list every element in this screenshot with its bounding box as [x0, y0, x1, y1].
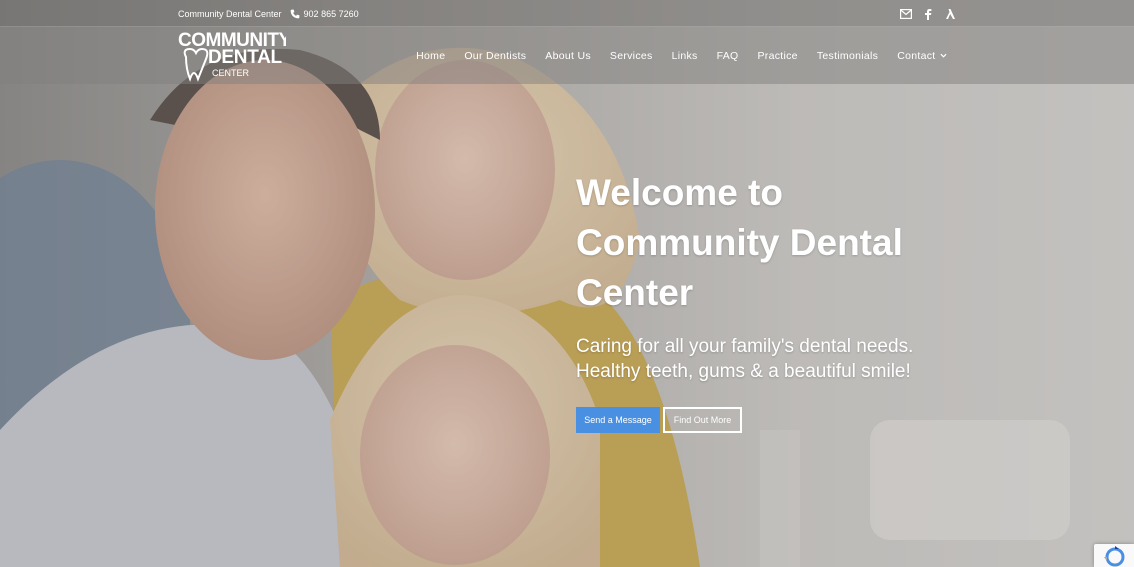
nav-item-testimonials[interactable]: Testimonials — [807, 50, 887, 62]
nav-item-label: FAQ — [716, 49, 739, 62]
hero-subtitle: Caring for all your family's dental need… — [576, 334, 976, 384]
nav-item-links[interactable]: Links — [662, 50, 707, 62]
facebook-icon[interactable] — [922, 8, 934, 20]
nav-item-faq[interactable]: FAQ — [707, 50, 748, 62]
social-links — [900, 8, 956, 20]
hero-buttons: Send a Message Find Out More — [576, 407, 976, 433]
envelope-icon[interactable] — [900, 8, 912, 20]
svg-text:CENTER: CENTER — [212, 68, 250, 78]
phone-icon — [290, 9, 300, 19]
nav-item-label: Our Dentists — [464, 49, 527, 62]
phone-number[interactable]: 902 865 7260 — [304, 9, 359, 19]
nav-item-label: Services — [609, 49, 653, 62]
yelp-icon[interactable] — [944, 8, 956, 20]
hero-title-line: Welcome to — [576, 172, 783, 213]
find-out-more-button[interactable]: Find Out More — [663, 407, 742, 433]
nav-item-label: Practice — [757, 49, 798, 62]
community-dental-center-logo[interactable]: COMMUNITY DENTAL CENTER — [178, 29, 292, 83]
hero-subtitle-line: Caring for all your family's dental need… — [576, 336, 914, 357]
nav-item-about-us[interactable]: About Us — [536, 50, 601, 62]
main-nav: Home Our Dentists About Us Services Link… — [407, 27, 956, 84]
nav-item-services[interactable]: Services — [600, 50, 662, 62]
nav-item-label: Home — [416, 49, 446, 62]
nav-item-contact[interactable]: Contact — [888, 50, 956, 62]
svg-text:DENTAL: DENTAL — [208, 47, 283, 68]
hero-title: Welcome to Community Dental Center — [576, 168, 976, 318]
hero-title-line: Community Dental — [576, 222, 903, 263]
send-message-button[interactable]: Send a Message — [576, 407, 660, 433]
main-header: COMMUNITY DENTAL CENTER Home Our Dentist… — [0, 27, 1134, 84]
recaptcha-badge[interactable] — [1094, 544, 1134, 567]
nav-item-label: About Us — [545, 49, 591, 62]
nav-item-label: Links — [671, 49, 698, 62]
nav-item-home[interactable]: Home — [407, 50, 455, 62]
hero-content: Welcome to Community Dental Center Carin… — [576, 168, 976, 433]
nav-item-our-dentists[interactable]: Our Dentists — [455, 50, 536, 62]
nav-item-label: Contact — [897, 49, 936, 62]
nav-item-practice[interactable]: Practice — [748, 50, 807, 62]
top-bar: Community Dental Center 902 865 7260 — [0, 0, 1134, 27]
company-name: Community Dental Center — [178, 8, 282, 19]
chevron-down-icon — [939, 52, 947, 59]
hero-title-line: Center — [576, 272, 694, 313]
hero-subtitle-line: Healthy teeth, gums & a beautiful smile! — [576, 361, 911, 382]
nav-item-label: Testimonials — [816, 49, 879, 62]
